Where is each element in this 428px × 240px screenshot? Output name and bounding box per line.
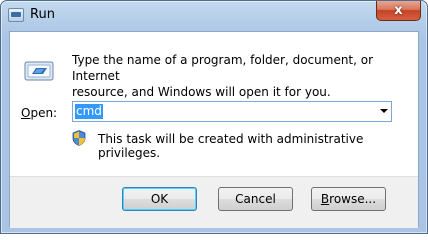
window-title: Run (30, 7, 55, 22)
dropdown-arrow-icon[interactable] (380, 109, 388, 113)
browse-button[interactable]: Browse... (311, 187, 386, 211)
description-text: Type the name of a program, folder, docu… (72, 52, 412, 100)
close-button[interactable]: x (376, 1, 421, 21)
dialog-body: Type the name of a program, folder, docu… (9, 31, 419, 228)
open-combobox[interactable]: cmd (72, 101, 392, 122)
shield-icon (72, 130, 86, 146)
cancel-button[interactable]: Cancel (218, 187, 293, 211)
browse-accelerator: B (320, 192, 330, 206)
admin-notice: This task will be created with administr… (98, 132, 364, 160)
run-window-icon (8, 8, 24, 22)
ok-button[interactable]: OK (122, 187, 197, 211)
run-dialog: Run x Type the name of a program, folder… (0, 0, 428, 234)
run-icon (24, 61, 54, 81)
browse-label-rest: rowse... (329, 192, 377, 206)
open-input-value[interactable]: cmd (75, 104, 103, 119)
button-bar: OK Cancel Browse... (10, 176, 418, 228)
description-line-2: resource, and Windows will open it for y… (72, 85, 331, 99)
open-label: Open: (21, 106, 57, 120)
title-bar[interactable]: Run x (1, 1, 427, 31)
open-label-rest: pen: (30, 106, 58, 120)
close-icon: x (394, 3, 403, 18)
description-line-1: Type the name of a program, folder, docu… (72, 53, 374, 83)
